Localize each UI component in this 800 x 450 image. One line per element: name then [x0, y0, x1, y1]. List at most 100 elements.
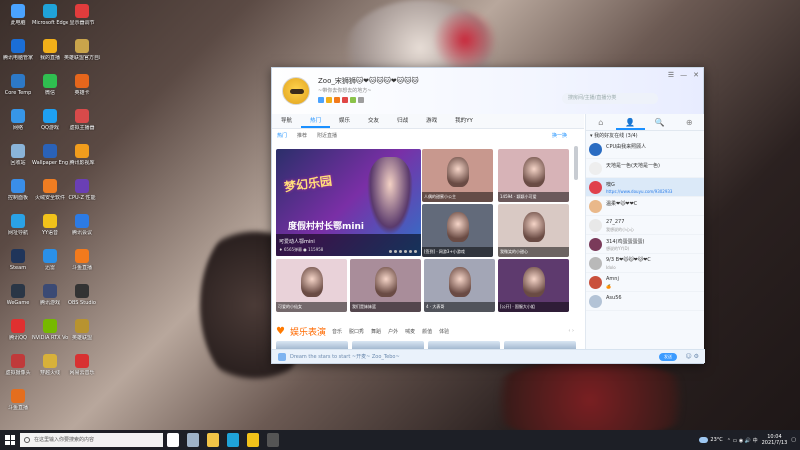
desktop-icon[interactable]: 控制面板 — [0, 179, 36, 201]
desktop-icon[interactable]: 网易云音乐 — [64, 354, 100, 376]
category-item[interactable]: 舞蹈 — [371, 328, 381, 335]
desktop-icon[interactable]: 腾讯QQ — [0, 319, 36, 341]
friends-group-header[interactable]: ▾ 我的好友在线 (3/4) — [586, 131, 704, 140]
desktop-icon[interactable]: Wallpaper Engine — [32, 144, 68, 166]
stream-thumbnail[interactable]: 4 · 大表哥 — [424, 259, 495, 312]
desktop-icon[interactable]: 火绒安全软件 — [32, 179, 68, 201]
add-icon[interactable]: ⊕ — [675, 114, 705, 130]
stream-thumbnail[interactable]: 14594 · 颖颖小可爱 — [498, 149, 569, 202]
desktop-icon[interactable]: QQ游戏 — [32, 109, 68, 131]
category-item[interactable]: 颜值 — [422, 328, 432, 335]
friend-link[interactable]: https://www.douyu.com/9302933 — [606, 189, 672, 194]
desktop-icon[interactable]: CPU-Z 性能 — [64, 179, 100, 201]
chat-input-bar[interactable]: Dream the stars to start ~开麦~ Zoo_Tebo~ … — [272, 349, 705, 363]
nav-tab[interactable]: 导航 — [272, 114, 301, 128]
nav-tab[interactable]: 归战 — [388, 114, 417, 128]
friend-item[interactable]: Asu56 — [586, 292, 704, 311]
clock[interactable]: 10:04 2021/7/13 — [762, 434, 788, 446]
notification-icon[interactable]: ▢ — [791, 437, 796, 443]
subnav-nearby[interactable]: 附近直播 — [312, 129, 342, 143]
file-explorer-icon[interactable] — [207, 433, 219, 447]
desktop-icon[interactable]: 此电脑 — [0, 4, 36, 26]
desktop-icon[interactable]: 斗鱼直播 — [64, 249, 100, 271]
friends-icon[interactable]: 👤 — [615, 114, 645, 130]
desktop-icon[interactable]: 英雄联盟官方自助平台 — [64, 39, 100, 61]
desktop-icon[interactable]: 虚拟主播器 — [64, 109, 100, 131]
nav-tab[interactable]: 热门 — [301, 114, 331, 128]
minimize-icon[interactable]: — — [680, 71, 687, 79]
stream-thumbnail[interactable]: [签到] · 网游3+小游戏 — [422, 204, 493, 257]
desktop-icon[interactable]: OBS Studio — [64, 284, 100, 306]
desktop-icon[interactable]: 迅雷 — [32, 249, 68, 271]
friend-item[interactable]: 9/3 B❤🐱🐱❤🐱❤C Idolo — [586, 254, 704, 273]
desktop-icon[interactable]: 回收站 — [0, 144, 36, 166]
friend-item[interactable]: 天地是一色(天地是一色) — [586, 159, 704, 178]
category-item[interactable]: 脱口秀 — [349, 328, 364, 335]
friend-item[interactable]: 噢G https://www.douyu.com/9302933 — [586, 178, 704, 197]
send-button[interactable]: 发送 — [659, 353, 677, 361]
stream-thumbnail[interactable]: 可爱的小仙女 — [276, 259, 347, 312]
desktop-icon[interactable]: 网络 — [0, 109, 36, 131]
subnav-recommend[interactable]: 推荐 — [292, 129, 312, 143]
desktop-icon[interactable]: 微信 — [32, 74, 68, 96]
home-icon[interactable]: ⌂ — [586, 114, 616, 130]
desktop-icon[interactable]: 显示器调节 — [64, 4, 100, 26]
user-status[interactable]: ~带你去你想去的地方~ — [318, 87, 371, 94]
nav-tab[interactable]: 游戏 — [417, 114, 446, 128]
edge-icon[interactable] — [227, 433, 239, 447]
category-item[interactable]: 户外 — [388, 328, 398, 335]
desktop-icon[interactable]: 腾讯游戏 — [32, 284, 68, 306]
desktop-icon[interactable]: 虚拟摄像头 — [0, 354, 36, 376]
friend-item[interactable]: CPU由我来照顾人 — [586, 140, 704, 159]
widgets-icon[interactable] — [187, 433, 199, 447]
search-input[interactable]: 搜房间/主播/直播分类 — [562, 93, 658, 104]
desktop-icon[interactable]: 我的直播 — [32, 39, 68, 61]
chat-input[interactable]: Dream the stars to start ~开麦~ Zoo_Tebo~ — [290, 354, 400, 360]
desktop-icon[interactable]: WeGame — [0, 284, 36, 306]
featured-stream[interactable]: 梦幻乐园 度假村村长鄂mini 可爱动人鄂mini ♦ 6565弹幕 ● 115… — [276, 149, 421, 256]
friend-item[interactable]: 温柔❤🐱❤❤C — [586, 197, 704, 216]
desktop-icon[interactable]: 网址导航 — [0, 214, 36, 236]
nav-tab[interactable]: 交友 — [359, 114, 388, 128]
stream-thumbnail[interactable]: [公开] · 国服大小姐 — [498, 259, 569, 312]
stream-thumbnail[interactable]: 我们是妹妹篮 — [350, 259, 421, 312]
stream-thumbnail[interactable]: 我微笑的小甜心 — [498, 204, 569, 257]
close-icon[interactable]: ✕ — [693, 71, 699, 79]
desktop-icon[interactable]: 英雄联盟 — [64, 319, 100, 341]
desktop-icon[interactable]: 腾讯电脑管家 — [0, 39, 36, 61]
category-arrows[interactable]: ‹ › — [568, 328, 574, 334]
carousel-dots[interactable] — [389, 250, 417, 253]
desktop-icon[interactable]: 斗鱼直播 — [0, 389, 36, 411]
friend-item[interactable]: Amnj 🍊 — [586, 273, 704, 292]
category-item[interactable]: 喊麦 — [405, 328, 415, 335]
desktop-icon[interactable]: 腾讯会议 — [64, 214, 100, 236]
task-view-icon[interactable] — [167, 433, 179, 447]
friend-item[interactable]: 314(鸡蛋蛋蛋蛋) 想说的YY(D) — [586, 235, 704, 254]
content-scrollbar[interactable] — [574, 146, 578, 180]
desktop-icon[interactable]: YY语音 — [32, 214, 68, 236]
menu-icon[interactable]: ☰ — [668, 71, 674, 79]
start-button[interactable] — [5, 435, 15, 445]
desktop-icon[interactable]: 穿越火线 — [32, 354, 68, 376]
category-title[interactable]: 娱乐表演 — [290, 325, 326, 338]
desktop-icon[interactable]: Steam — [0, 249, 36, 271]
weather-widget[interactable]: 23°C — [699, 437, 723, 443]
search-friends-icon[interactable]: 🔍 — [645, 114, 675, 130]
obs-icon[interactable] — [267, 433, 279, 447]
nav-tab[interactable]: 我的YY — [446, 114, 482, 128]
desktop-icon[interactable]: Microsoft Edge — [32, 4, 68, 26]
taskbar-search[interactable]: 在这里输入你要搜索的内容 — [20, 433, 163, 447]
tray-icons[interactable]: ⌃ ▭ ◉ 🔊 中 — [727, 437, 758, 444]
nav-tab[interactable]: 娱乐 — [330, 114, 359, 128]
category-item[interactable]: 体验 — [439, 328, 449, 335]
refresh-button[interactable]: 换一换 — [547, 129, 572, 143]
desktop-icon[interactable]: Core Temp — [0, 74, 36, 96]
desktop-icon[interactable]: NVIDIA RTX Voice — [32, 319, 68, 341]
subnav-hot[interactable]: 热门 — [272, 129, 292, 143]
user-avatar[interactable] — [282, 77, 310, 105]
category-item[interactable]: 音乐 — [332, 328, 342, 335]
stream-thumbnail[interactable]: 人偶的甜蜜小公主 — [422, 149, 493, 202]
desktop-icon[interactable]: 腾讯影视库 — [64, 144, 100, 166]
emoji-settings-icons[interactable]: ☺ ⚙ — [685, 353, 699, 361]
yy-main-window[interactable]: Zoo_宋狮狮🐱❤🐱🐱🐱❤🐱🐱🐱 ~带你去你想去的地方~ ☰ — ✕ 搜房间/主… — [271, 67, 705, 364]
